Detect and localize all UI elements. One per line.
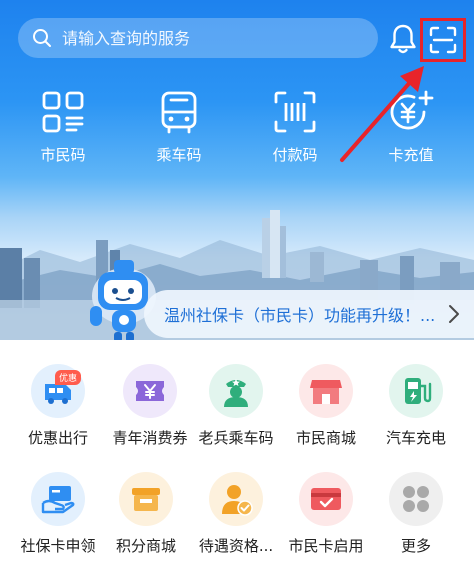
quick-citizen-code[interactable]: 市民码 bbox=[18, 90, 108, 170]
service-youth-coupon[interactable]: 青年消费券 bbox=[100, 364, 200, 448]
service-social-card-apply[interactable]: 社保卡申领 bbox=[8, 472, 108, 556]
news-banner[interactable]: 温州社保卡（市民卡）功能再升级！... bbox=[144, 290, 474, 338]
veteran-icon bbox=[209, 364, 263, 418]
service-citizen-mall[interactable]: 市民商城 bbox=[276, 364, 376, 448]
scan-icon bbox=[429, 26, 457, 54]
quick-bus-code[interactable]: 乘车码 bbox=[134, 90, 224, 170]
search-bar[interactable] bbox=[18, 18, 378, 58]
quick-label: 付款码 bbox=[272, 146, 318, 164]
quick-label: 卡充值 bbox=[388, 146, 434, 164]
service-label: 积分商城 bbox=[115, 537, 176, 555]
service-label: 汽车充电 bbox=[385, 429, 446, 447]
service-more[interactable]: 更多 bbox=[366, 472, 466, 556]
search-input[interactable] bbox=[62, 28, 342, 48]
youth-coupon-icon bbox=[123, 364, 177, 418]
service-label: 更多 bbox=[400, 537, 431, 555]
discount-travel-icon: 优惠 bbox=[31, 364, 85, 418]
service-card-activate[interactable]: 市民卡启用 bbox=[276, 472, 376, 556]
qualification-icon bbox=[209, 472, 263, 526]
service-label: 市民商城 bbox=[295, 429, 356, 447]
points-mall-icon bbox=[119, 472, 173, 526]
service-label: 青年消费券 bbox=[112, 429, 188, 447]
service-points-mall[interactable]: 积分商城 bbox=[96, 472, 196, 556]
service-ev-charging[interactable]: 汽车充电 bbox=[366, 364, 466, 448]
citizen-qr-icon bbox=[42, 91, 84, 133]
more-icon bbox=[389, 472, 443, 526]
service-benefit-qualification[interactable]: 待遇资格... bbox=[186, 472, 286, 556]
discount-badge: 优惠 bbox=[55, 370, 82, 385]
quick-label: 乘车码 bbox=[156, 146, 202, 164]
service-label: 优惠出行 bbox=[27, 429, 88, 447]
card-activate-icon bbox=[299, 472, 353, 526]
quick-label: 市民码 bbox=[40, 146, 86, 164]
search-icon bbox=[33, 29, 51, 47]
service-label: 市民卡启用 bbox=[288, 537, 364, 555]
service-label: 待遇资格... bbox=[198, 537, 274, 555]
payment-barcode-icon bbox=[274, 91, 316, 133]
services-grid: 优惠 优惠出行 青年消费券 老兵乘车码 市民商城 汽车充电 社保卡申领 积分商城… bbox=[0, 340, 474, 569]
quick-card-recharge[interactable]: 卡充值 bbox=[366, 90, 456, 170]
mall-icon bbox=[299, 364, 353, 418]
bus-icon bbox=[161, 91, 197, 134]
service-discount-travel[interactable]: 优惠 优惠出行 bbox=[8, 364, 108, 448]
ev-charging-icon bbox=[389, 364, 443, 418]
chevron-right-icon bbox=[449, 305, 459, 323]
social-card-apply-icon bbox=[31, 472, 85, 526]
quick-payment-code[interactable]: 付款码 bbox=[250, 90, 340, 170]
service-label: 社保卡申领 bbox=[20, 537, 96, 555]
header-area: 市民码 乘车码 付款码 bbox=[0, 0, 474, 340]
quick-actions: 市民码 乘车码 付款码 卡充值 bbox=[0, 90, 474, 170]
notification-bell-icon[interactable] bbox=[388, 22, 418, 56]
service-veteran-bus[interactable]: 老兵乘车码 bbox=[186, 364, 286, 448]
card-recharge-icon bbox=[390, 90, 434, 130]
scan-button[interactable] bbox=[420, 18, 466, 62]
service-label: 老兵乘车码 bbox=[198, 429, 274, 447]
banner-text: 温州社保卡（市民卡）功能再升级！... bbox=[164, 306, 436, 325]
